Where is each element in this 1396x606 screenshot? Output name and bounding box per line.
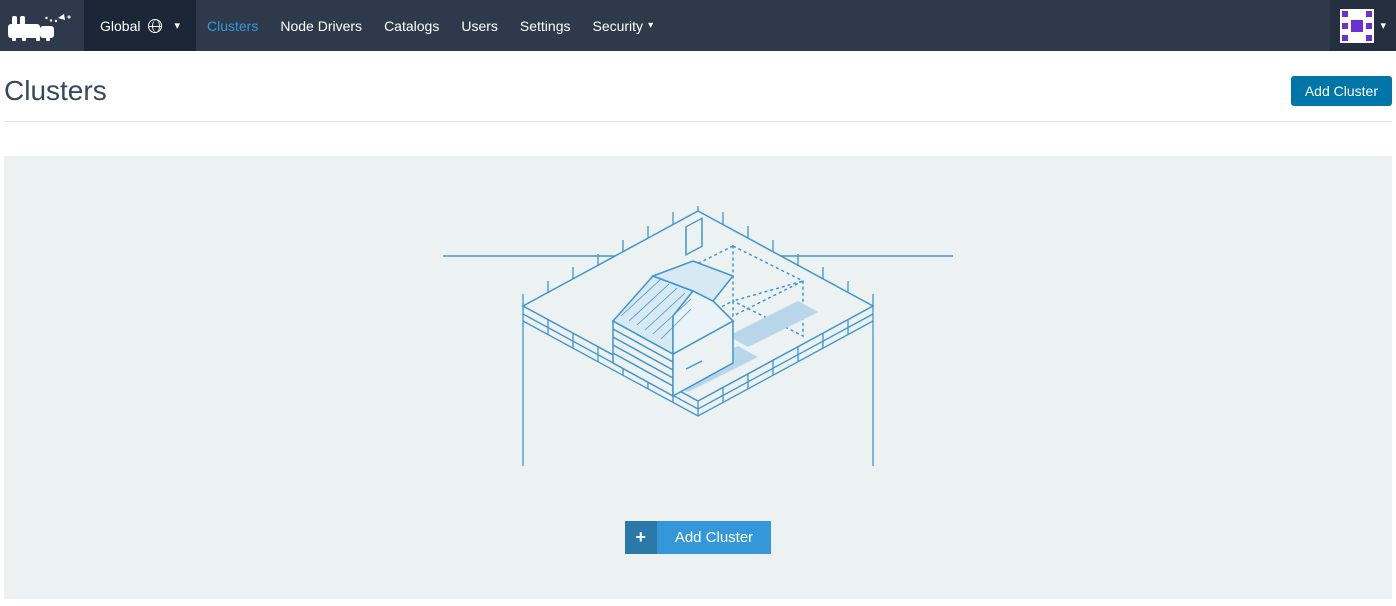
nav-item-label: Settings: [520, 18, 571, 34]
plus-icon: +: [625, 521, 657, 554]
empty-state-illustration: [443, 206, 953, 466]
nav-settings[interactable]: Settings: [509, 0, 582, 51]
nav-item-label: Clusters: [207, 18, 258, 34]
rancher-cow-logo-icon: [6, 10, 72, 42]
avatar: [1340, 9, 1374, 43]
brand-logo[interactable]: [2, 0, 84, 51]
main-nav: Clusters Node Drivers Catalogs Users Set…: [196, 0, 664, 51]
add-cluster-button[interactable]: Add Cluster: [1291, 76, 1392, 106]
nav-item-label: Node Drivers: [280, 18, 362, 34]
page-header: Clusters Add Cluster: [4, 51, 1392, 122]
nav-security[interactable]: Security ▾: [581, 0, 664, 51]
nav-item-label: Security: [592, 18, 643, 34]
nav-catalogs[interactable]: Catalogs: [373, 0, 450, 51]
nav-item-label: Catalogs: [384, 18, 439, 34]
globe-icon: [148, 19, 162, 33]
nav-node-drivers[interactable]: Node Drivers: [269, 0, 373, 51]
nav-clusters[interactable]: Clusters: [196, 0, 269, 51]
empty-state-panel: + Add Cluster: [4, 156, 1392, 599]
chevron-down-icon: ▾: [1380, 19, 1386, 32]
scope-dropdown[interactable]: Global ▾: [84, 0, 196, 51]
button-label: Add Cluster: [1305, 83, 1378, 99]
nav-item-label: Users: [461, 18, 498, 34]
nav-users[interactable]: Users: [450, 0, 509, 51]
page-title: Clusters: [4, 75, 1291, 107]
add-cluster-cta[interactable]: + Add Cluster: [625, 521, 771, 554]
chevron-down-icon: ▾: [174, 19, 180, 32]
top-nav-bar: Global ▾ Clusters Node Drivers Catalogs …: [0, 0, 1396, 51]
button-label: Add Cluster: [657, 521, 771, 554]
chevron-down-icon: ▾: [648, 20, 653, 31]
scope-label: Global: [100, 18, 140, 34]
user-menu[interactable]: ▾: [1330, 0, 1396, 51]
